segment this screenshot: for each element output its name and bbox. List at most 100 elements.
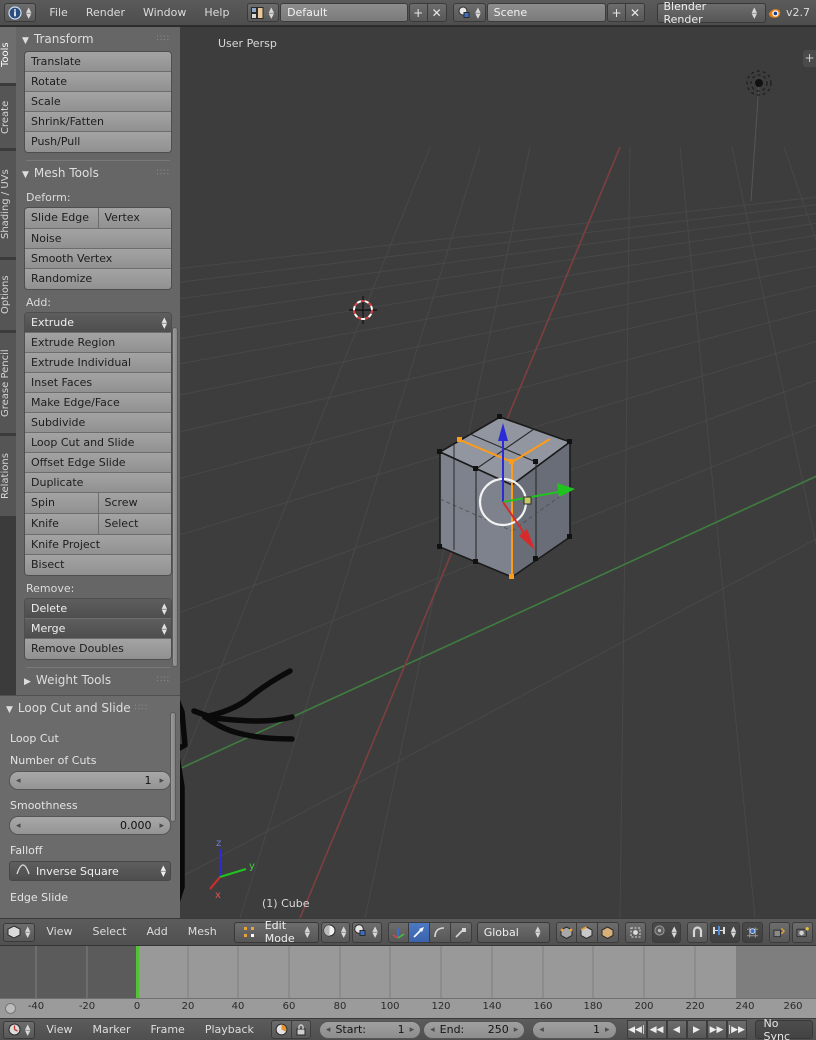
translate-manipulator-icon[interactable] xyxy=(408,921,430,943)
noise-button[interactable]: Noise xyxy=(25,229,171,249)
chevron-left-icon[interactable]: ◂ xyxy=(539,1025,544,1035)
edge-select-icon[interactable] xyxy=(576,921,598,943)
operator-panel-scrollbar[interactable] xyxy=(170,712,176,822)
smoothness-slider[interactable]: ◂ 0.000 ▸ xyxy=(9,816,171,835)
number-of-cuts-slider[interactable]: ◂ 1 ▸ xyxy=(9,771,171,790)
panel-header-transform[interactable]: ▼ Transform ∷∷ xyxy=(16,27,180,51)
chevron-left-icon[interactable]: ◂ xyxy=(430,1025,435,1035)
face-select-icon[interactable] xyxy=(597,921,619,943)
shrink-fatten-button[interactable]: Shrink/Fatten xyxy=(25,112,171,132)
current-frame-field[interactable]: ◂ 1 ▸ xyxy=(532,1020,617,1039)
extrude-region-button[interactable]: Extrude Region xyxy=(25,333,171,353)
subdivide-button[interactable]: Subdivide xyxy=(25,413,171,433)
timeline-editor-type-selector[interactable]: ▲ ▼ xyxy=(3,1020,36,1039)
record-icon[interactable] xyxy=(270,1020,292,1039)
offset-edge-slide-button[interactable]: Offset Edge Slide xyxy=(25,453,171,473)
vertex-slide-button[interactable]: Vertex xyxy=(98,208,171,228)
start-frame-field[interactable]: ◂ Start: 1 ▸ xyxy=(318,1020,422,1039)
timeline-menu-marker[interactable]: Marker xyxy=(84,1019,140,1040)
transform-orientation-selector[interactable]: Global ▲ ▼ xyxy=(476,921,550,943)
step-back-icon[interactable]: ◀◀ xyxy=(646,1020,667,1039)
manipulator-enable-button[interactable] xyxy=(387,921,409,943)
panel-header-mesh-tools[interactable]: ▼ Mesh Tools ∷∷ xyxy=(16,161,180,185)
scale-button[interactable]: Scale xyxy=(25,92,171,112)
randomize-button[interactable]: Randomize xyxy=(25,269,171,289)
make-edge-face-button[interactable]: Make Edge/Face xyxy=(25,393,171,413)
pivot-point-selector[interactable]: ▲ ▼ xyxy=(651,921,681,943)
jump-to-end-icon[interactable]: |▶▶ xyxy=(726,1020,747,1039)
toggle-properties-region-button[interactable]: + xyxy=(803,50,816,67)
menu-window[interactable]: Window xyxy=(134,0,195,26)
chevron-right-icon[interactable]: ▸ xyxy=(159,821,164,831)
toolshelf-scrollbar[interactable] xyxy=(172,327,178,667)
screen-layout-name[interactable]: Default xyxy=(280,3,408,22)
scene-name[interactable]: Scene xyxy=(486,3,606,22)
scene-selector[interactable]: ▲ ▼ xyxy=(453,3,486,22)
sidebar-tab-options[interactable]: Options xyxy=(0,260,16,330)
add-scene-button[interactable]: + xyxy=(606,3,626,22)
menu-help[interactable]: Help xyxy=(195,0,238,26)
timeline-editor[interactable]: -40 -20 0 20 40 60 80 100 120 140 160 18… xyxy=(0,946,816,1018)
render-engine-selector[interactable]: Blender Render ▲ ▼ xyxy=(656,0,766,26)
play-icon[interactable]: ▶ xyxy=(686,1020,707,1039)
viewport-menu-add[interactable]: Add xyxy=(137,919,176,945)
timeline-menu-frame[interactable]: Frame xyxy=(142,1019,194,1040)
delete-scene-button[interactable]: ✕ xyxy=(625,3,645,22)
duplicate-button[interactable]: Duplicate xyxy=(25,473,171,493)
end-frame-field[interactable]: ◂ End: 250 ▸ xyxy=(423,1020,526,1039)
screen-layout-selector[interactable]: ▲ ▼ xyxy=(246,3,280,22)
panel-header-loop-cut-and-slide[interactable]: ▼ Loop Cut and Slide ∷∷ xyxy=(0,696,180,720)
viewport-editor-type-selector[interactable]: ▲ ▼ xyxy=(3,922,36,942)
remove-doubles-button[interactable]: Remove Doubles xyxy=(25,639,171,659)
render-local-view-icon[interactable] xyxy=(769,921,791,943)
spin-button[interactable]: Spin xyxy=(25,493,99,513)
viewport-shading-selector[interactable]: ▲ ▼ xyxy=(321,921,351,943)
delete-menu-button[interactable]: Delete ▲ ▼ xyxy=(25,599,171,619)
bisect-button[interactable]: Bisect xyxy=(25,555,171,575)
extrude-menu-button[interactable]: Extrude ▲ ▼ xyxy=(25,313,171,333)
3d-viewport[interactable]: z y x User Persp (1) Cube + xyxy=(180,27,816,918)
magnet-icon[interactable] xyxy=(686,921,708,943)
knife-button[interactable]: Knife xyxy=(25,514,99,534)
panel-header-weight-tools[interactable]: ▶ Weight Tools ∷∷ xyxy=(16,668,180,692)
translate-button[interactable]: Translate xyxy=(25,52,171,72)
chevron-right-icon[interactable]: ▸ xyxy=(410,1025,415,1035)
sidebar-tab-create[interactable]: Create xyxy=(0,86,16,148)
interaction-mode-selector[interactable]: Edit Mode ▲ ▼ xyxy=(233,919,320,945)
play-reverse-icon[interactable]: ◀ xyxy=(666,1020,687,1039)
viewport-menu-mesh[interactable]: Mesh xyxy=(179,919,226,945)
proportional-edit-icon[interactable] xyxy=(742,921,764,943)
editor-type-selector[interactable]: ▲ ▼ xyxy=(4,3,37,22)
timeline-playhead[interactable] xyxy=(136,946,139,998)
extrude-individual-button[interactable]: Extrude Individual xyxy=(25,353,171,373)
chevron-right-icon[interactable]: ▸ xyxy=(514,1025,519,1035)
chevron-right-icon[interactable]: ▸ xyxy=(159,776,164,786)
falloff-dropdown[interactable]: Inverse Square ▲ ▼ xyxy=(9,861,171,881)
timeline-canvas[interactable] xyxy=(0,946,816,998)
inset-faces-button[interactable]: Inset Faces xyxy=(25,373,171,393)
chevron-left-icon[interactable]: ◂ xyxy=(326,1025,331,1035)
screw-button[interactable]: Screw xyxy=(98,493,171,513)
limit-selection-visible-icon[interactable] xyxy=(624,921,646,943)
timeline-scroll-handle-left[interactable] xyxy=(5,1003,16,1014)
knife-select-button[interactable]: Select xyxy=(98,514,171,534)
timeline-menu-playback[interactable]: Playback xyxy=(196,1019,263,1040)
sidebar-tab-grease-pencil[interactable]: Grease Pencil xyxy=(0,333,16,433)
viewport-menu-select[interactable]: Select xyxy=(84,919,136,945)
slide-edge-button[interactable]: Slide Edge xyxy=(25,208,99,228)
viewport-menu-view[interactable]: View xyxy=(37,919,81,945)
delete-screen-button[interactable]: ✕ xyxy=(427,3,447,22)
menu-render[interactable]: Render xyxy=(77,0,134,26)
material-preview-selector[interactable]: ▲ ▼ xyxy=(352,921,382,943)
sync-mode-selector[interactable]: No Sync xyxy=(754,1019,813,1040)
merge-menu-button[interactable]: Merge ▲ ▼ xyxy=(25,619,171,639)
add-screen-button[interactable]: + xyxy=(408,3,428,22)
scale-manipulator-icon[interactable] xyxy=(450,921,472,943)
vertex-select-icon[interactable] xyxy=(555,921,577,943)
smooth-vertex-button[interactable]: Smooth Vertex xyxy=(25,249,171,269)
sidebar-tab-shading-uvs[interactable]: Shading / UVs xyxy=(0,151,16,257)
push-pull-button[interactable]: Push/Pull xyxy=(25,132,171,152)
timeline-menu-view[interactable]: View xyxy=(37,1019,81,1040)
chevron-right-icon[interactable]: ▸ xyxy=(605,1025,610,1035)
snap-target-selector[interactable]: ▲ ▼ xyxy=(709,921,741,943)
